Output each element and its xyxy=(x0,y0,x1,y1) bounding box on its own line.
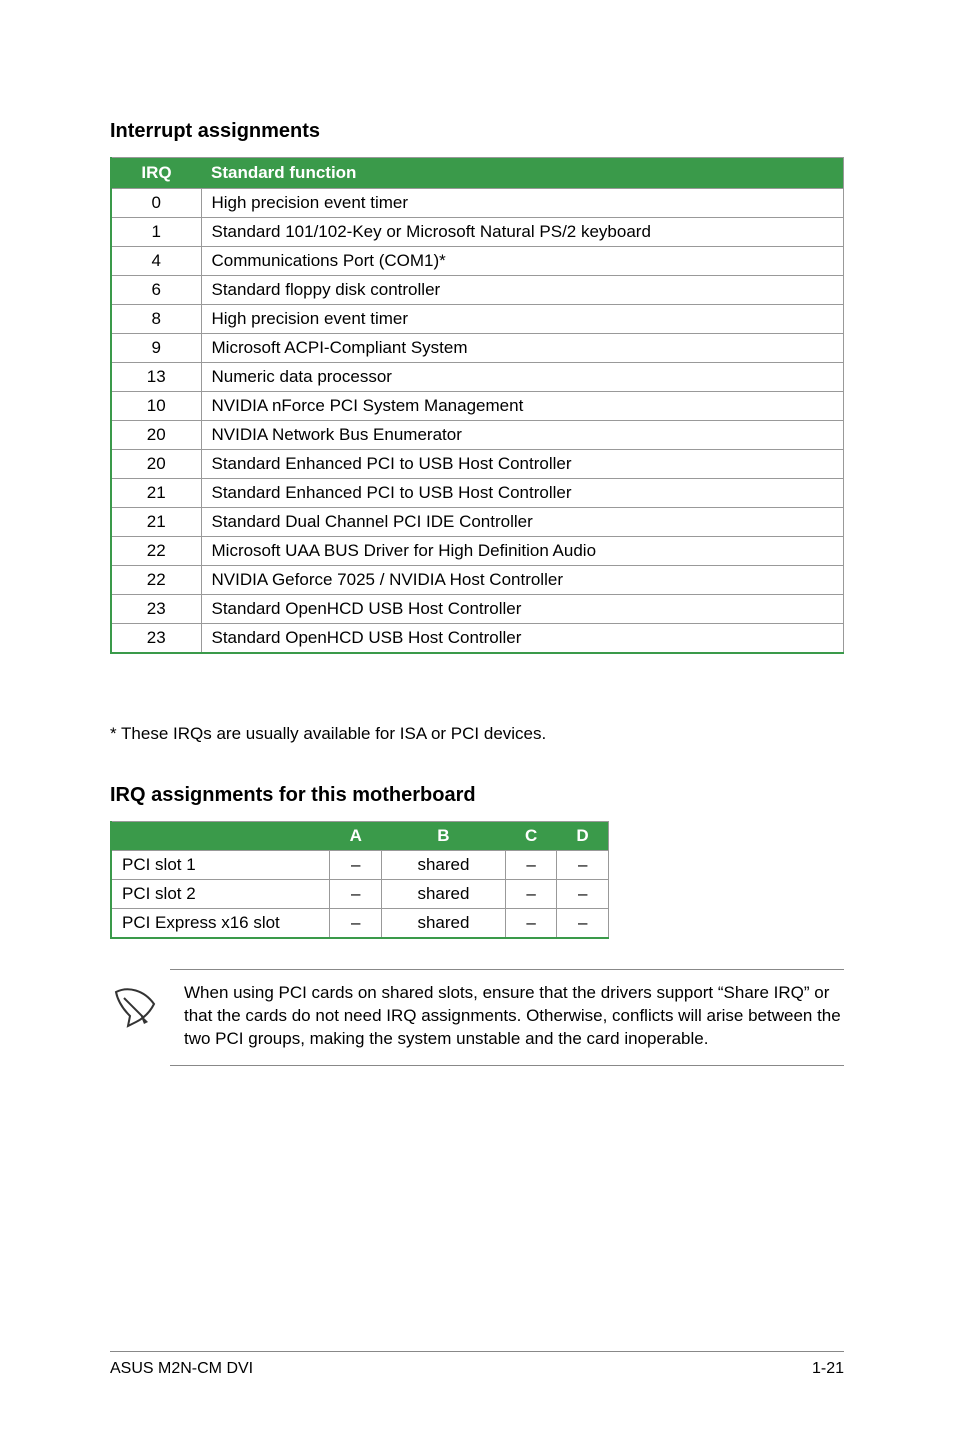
irq-cell-func: Numeric data processor xyxy=(201,363,844,392)
irq-header-func: Standard function xyxy=(201,158,844,189)
irq-cell-num: 1 xyxy=(111,218,201,247)
irq-cell-func: NVIDIA Network Bus Enumerator xyxy=(201,421,844,450)
section-title-slots: IRQ assignments for this motherboard xyxy=(110,784,844,807)
irq-cell-num: 21 xyxy=(111,479,201,508)
slot-cell-c: – xyxy=(505,909,557,939)
table-row: 22NVIDIA Geforce 7025 / NVIDIA Host Cont… xyxy=(111,566,844,595)
irq-cell-num: 21 xyxy=(111,508,201,537)
slot-header-b: B xyxy=(382,822,506,851)
table-row: 8High precision event timer xyxy=(111,305,844,334)
slot-cell-a: – xyxy=(330,909,382,939)
irq-cell-func: Standard Enhanced PCI to USB Host Contro… xyxy=(201,450,844,479)
table-row: 6Standard floppy disk controller xyxy=(111,276,844,305)
irq-cell-num: 4 xyxy=(111,247,201,276)
irq-cell-func: High precision event timer xyxy=(201,305,844,334)
table-row: 4Communications Port (COM1)* xyxy=(111,247,844,276)
irq-cell-num: 13 xyxy=(111,363,201,392)
irq-table: IRQ Standard function 0High precision ev… xyxy=(110,157,844,654)
slot-cell-a: – xyxy=(330,880,382,909)
slot-table: A B C D PCI slot 1–shared––PCI slot 2–sh… xyxy=(110,821,609,939)
irq-header-irq: IRQ xyxy=(111,158,201,189)
table-row: 1Standard 101/102-Key or Microsoft Natur… xyxy=(111,218,844,247)
irq-cell-num: 0 xyxy=(111,189,201,218)
irq-cell-num: 22 xyxy=(111,537,201,566)
slot-cell-d: – xyxy=(557,909,609,939)
irq-cell-func: Standard 101/102-Key or Microsoft Natura… xyxy=(201,218,844,247)
table-row: PCI slot 2–shared–– xyxy=(111,880,609,909)
table-row: 20NVIDIA Network Bus Enumerator xyxy=(111,421,844,450)
slot-cell-b: shared xyxy=(382,851,506,880)
irq-cell-func: Standard Enhanced PCI to USB Host Contro… xyxy=(201,479,844,508)
irq-cell-num: 23 xyxy=(111,595,201,624)
slot-header-a: A xyxy=(330,822,382,851)
irq-cell-func: Standard floppy disk controller xyxy=(201,276,844,305)
irq-cell-num: 8 xyxy=(111,305,201,334)
irq-cell-num: 10 xyxy=(111,392,201,421)
note-box: When using PCI cards on shared slots, en… xyxy=(170,969,844,1066)
irq-cell-func: Standard Dual Channel PCI IDE Controller xyxy=(201,508,844,537)
slot-header-name xyxy=(111,822,330,851)
irq-cell-num: 22 xyxy=(111,566,201,595)
irq-cell-func: NVIDIA nForce PCI System Management xyxy=(201,392,844,421)
irq-cell-num: 20 xyxy=(111,421,201,450)
pencil-note-icon xyxy=(110,982,160,1032)
irq-cell-num: 9 xyxy=(111,334,201,363)
irq-cell-func: Microsoft UAA BUS Driver for High Defini… xyxy=(201,537,844,566)
table-row: 23Standard OpenHCD USB Host Controller xyxy=(111,595,844,624)
table-row: 23Standard OpenHCD USB Host Controller xyxy=(111,624,844,654)
table-row: 10NVIDIA nForce PCI System Management xyxy=(111,392,844,421)
slot-cell-d: – xyxy=(557,851,609,880)
table-row: 20Standard Enhanced PCI to USB Host Cont… xyxy=(111,450,844,479)
page-footer: ASUS M2N-CM DVI 1-21 xyxy=(110,1351,844,1378)
footer-right: 1-21 xyxy=(812,1360,844,1378)
slot-cell-name: PCI slot 2 xyxy=(111,880,330,909)
irq-cell-func: Communications Port (COM1)* xyxy=(201,247,844,276)
irq-cell-func: Standard OpenHCD USB Host Controller xyxy=(201,624,844,654)
slot-cell-d: – xyxy=(557,880,609,909)
footnote-text: * These IRQs are usually available for I… xyxy=(110,724,844,744)
slot-cell-name: PCI Express x16 slot xyxy=(111,909,330,939)
table-row: PCI slot 1–shared–– xyxy=(111,851,609,880)
slot-cell-b: shared xyxy=(382,880,506,909)
table-row: 21Standard Enhanced PCI to USB Host Cont… xyxy=(111,479,844,508)
note-text: When using PCI cards on shared slots, en… xyxy=(184,982,844,1051)
slot-cell-c: – xyxy=(505,880,557,909)
table-row: 13Numeric data processor xyxy=(111,363,844,392)
slot-table-header-row: A B C D xyxy=(111,822,609,851)
slot-header-d: D xyxy=(557,822,609,851)
slot-header-c: C xyxy=(505,822,557,851)
irq-cell-func: Microsoft ACPI-Compliant System xyxy=(201,334,844,363)
irq-cell-num: 20 xyxy=(111,450,201,479)
table-row: 22Microsoft UAA BUS Driver for High Defi… xyxy=(111,537,844,566)
irq-cell-func: NVIDIA Geforce 7025 / NVIDIA Host Contro… xyxy=(201,566,844,595)
irq-cell-num: 6 xyxy=(111,276,201,305)
table-row: 21Standard Dual Channel PCI IDE Controll… xyxy=(111,508,844,537)
slot-cell-c: – xyxy=(505,851,557,880)
slot-cell-name: PCI slot 1 xyxy=(111,851,330,880)
table-row: 9Microsoft ACPI-Compliant System xyxy=(111,334,844,363)
irq-table-header-row: IRQ Standard function xyxy=(111,158,844,189)
irq-cell-func: Standard OpenHCD USB Host Controller xyxy=(201,595,844,624)
slot-cell-b: shared xyxy=(382,909,506,939)
irq-cell-func: High precision event timer xyxy=(201,189,844,218)
footer-left: ASUS M2N-CM DVI xyxy=(110,1360,253,1378)
slot-cell-a: – xyxy=(330,851,382,880)
table-row: PCI Express x16 slot–shared–– xyxy=(111,909,609,939)
table-row: 0High precision event timer xyxy=(111,189,844,218)
section-title-interrupt: Interrupt assignments xyxy=(110,120,844,143)
irq-cell-num: 23 xyxy=(111,624,201,654)
